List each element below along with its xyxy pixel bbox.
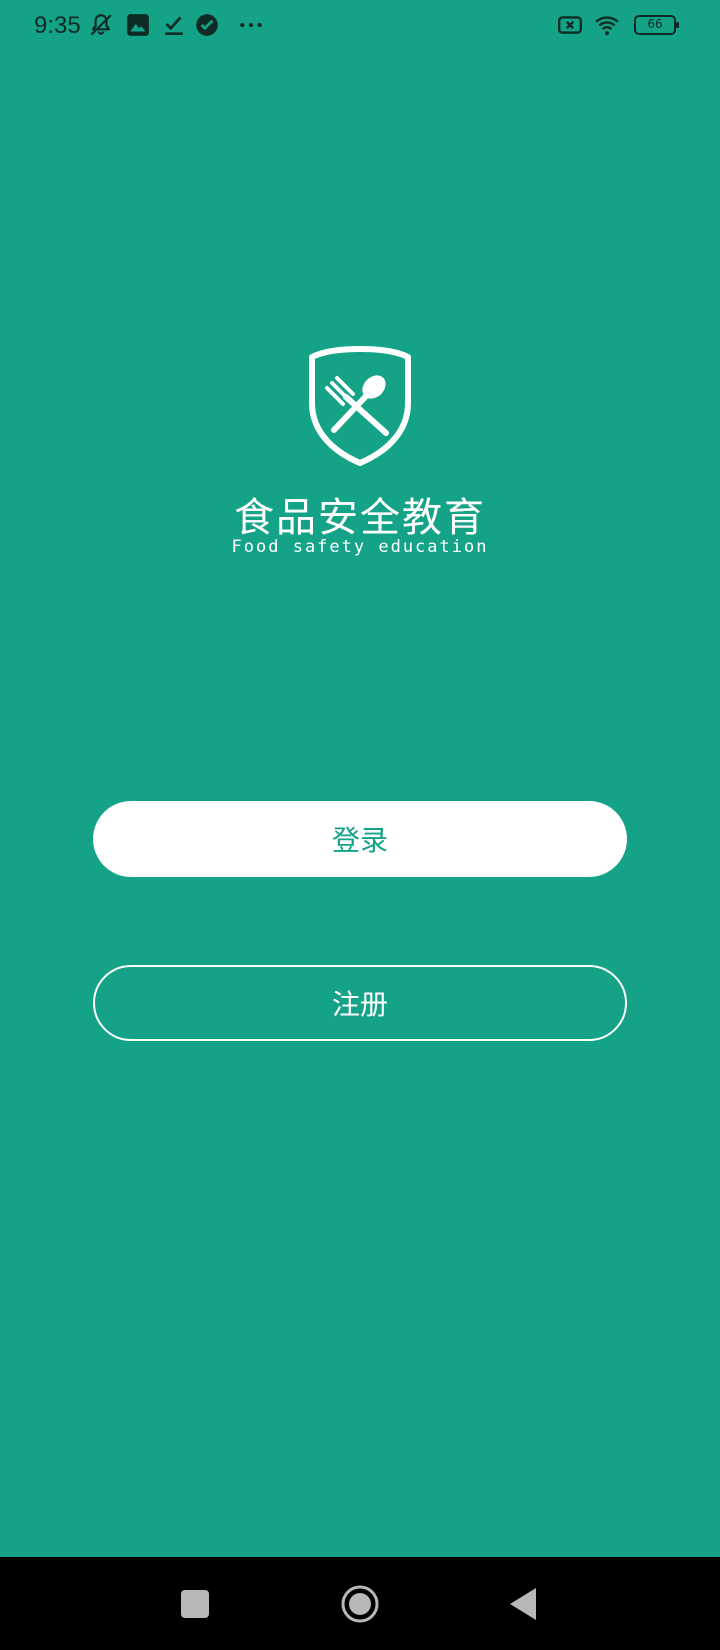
register-button-label: 注册: [331, 988, 388, 1021]
login-button[interactable]: 登录: [93, 801, 627, 877]
splash-screen: 9:35 66 食品安全教育 Food safety education 登录 …: [0, 0, 720, 1557]
recents-square-icon[interactable]: [175, 1584, 215, 1624]
download-done-icon: [161, 12, 187, 38]
back-triangle-icon[interactable]: [504, 1584, 544, 1624]
more-dots-icon: [238, 12, 264, 38]
home-circle-icon[interactable]: [340, 1584, 380, 1624]
app-title-cn: 食品安全教育: [234, 495, 486, 541]
sim-disabled-icon: [557, 12, 583, 38]
app-title-en: Food safety education: [231, 537, 489, 557]
check-circle-icon: [194, 12, 220, 38]
login-button-label: 登录: [331, 824, 388, 857]
notification-muted-icon: [88, 12, 114, 38]
gallery-icon: [125, 12, 151, 38]
wifi-icon: [594, 12, 620, 38]
status-bar: 9:35 66: [0, 0, 720, 56]
shield-fork-spoon-icon: [304, 345, 416, 469]
register-button[interactable]: 注册: [93, 965, 627, 1041]
status-time: 9:35: [34, 12, 81, 39]
navigation-bar: [0, 1557, 720, 1650]
battery-level: 66: [647, 17, 663, 31]
